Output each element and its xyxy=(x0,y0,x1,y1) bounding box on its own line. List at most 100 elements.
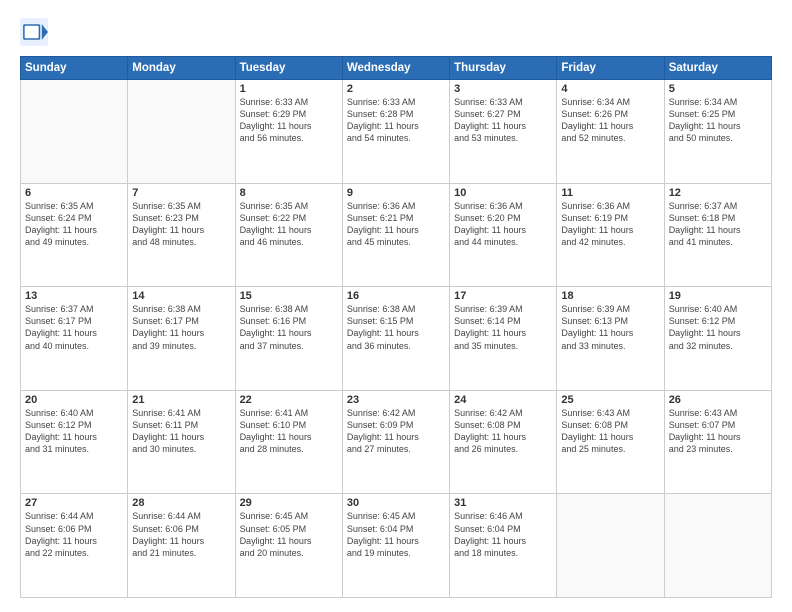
calendar-cell: 6Sunrise: 6:35 AM Sunset: 6:24 PM Daylig… xyxy=(21,183,128,287)
day-number: 18 xyxy=(561,290,659,302)
header-day-wednesday: Wednesday xyxy=(342,57,449,80)
day-number: 10 xyxy=(454,187,552,199)
day-info: Sunrise: 6:46 AM Sunset: 6:04 PM Dayligh… xyxy=(454,510,552,559)
day-number: 1 xyxy=(240,83,338,95)
day-info: Sunrise: 6:44 AM Sunset: 6:06 PM Dayligh… xyxy=(25,510,123,559)
day-number: 14 xyxy=(132,290,230,302)
calendar-cell: 29Sunrise: 6:45 AM Sunset: 6:05 PM Dayli… xyxy=(235,494,342,598)
calendar-cell: 31Sunrise: 6:46 AM Sunset: 6:04 PM Dayli… xyxy=(450,494,557,598)
day-number: 21 xyxy=(132,394,230,406)
day-number: 9 xyxy=(347,187,445,199)
day-number: 29 xyxy=(240,497,338,509)
day-info: Sunrise: 6:33 AM Sunset: 6:28 PM Dayligh… xyxy=(347,96,445,145)
day-number: 23 xyxy=(347,394,445,406)
day-number: 8 xyxy=(240,187,338,199)
day-number: 19 xyxy=(669,290,767,302)
day-number: 30 xyxy=(347,497,445,509)
day-info: Sunrise: 6:38 AM Sunset: 6:16 PM Dayligh… xyxy=(240,303,338,352)
page: SundayMondayTuesdayWednesdayThursdayFrid… xyxy=(0,0,792,612)
calendar-cell: 16Sunrise: 6:38 AM Sunset: 6:15 PM Dayli… xyxy=(342,287,449,391)
header-day-friday: Friday xyxy=(557,57,664,80)
day-info: Sunrise: 6:33 AM Sunset: 6:27 PM Dayligh… xyxy=(454,96,552,145)
calendar-cell: 5Sunrise: 6:34 AM Sunset: 6:25 PM Daylig… xyxy=(664,80,771,184)
day-number: 26 xyxy=(669,394,767,406)
day-info: Sunrise: 6:39 AM Sunset: 6:14 PM Dayligh… xyxy=(454,303,552,352)
calendar-cell: 3Sunrise: 6:33 AM Sunset: 6:27 PM Daylig… xyxy=(450,80,557,184)
calendar-cell: 7Sunrise: 6:35 AM Sunset: 6:23 PM Daylig… xyxy=(128,183,235,287)
header-day-sunday: Sunday xyxy=(21,57,128,80)
day-number: 4 xyxy=(561,83,659,95)
logo xyxy=(20,18,52,46)
day-number: 3 xyxy=(454,83,552,95)
calendar-cell: 30Sunrise: 6:45 AM Sunset: 6:04 PM Dayli… xyxy=(342,494,449,598)
day-number: 31 xyxy=(454,497,552,509)
logo-icon xyxy=(20,18,48,46)
calendar-cell: 21Sunrise: 6:41 AM Sunset: 6:11 PM Dayli… xyxy=(128,390,235,494)
day-number: 13 xyxy=(25,290,123,302)
calendar-cell: 26Sunrise: 6:43 AM Sunset: 6:07 PM Dayli… xyxy=(664,390,771,494)
header-day-thursday: Thursday xyxy=(450,57,557,80)
day-info: Sunrise: 6:35 AM Sunset: 6:24 PM Dayligh… xyxy=(25,200,123,249)
calendar-cell: 24Sunrise: 6:42 AM Sunset: 6:08 PM Dayli… xyxy=(450,390,557,494)
day-info: Sunrise: 6:44 AM Sunset: 6:06 PM Dayligh… xyxy=(132,510,230,559)
calendar-cell: 13Sunrise: 6:37 AM Sunset: 6:17 PM Dayli… xyxy=(21,287,128,391)
week-row-3: 13Sunrise: 6:37 AM Sunset: 6:17 PM Dayli… xyxy=(21,287,772,391)
day-info: Sunrise: 6:33 AM Sunset: 6:29 PM Dayligh… xyxy=(240,96,338,145)
day-number: 20 xyxy=(25,394,123,406)
week-row-5: 27Sunrise: 6:44 AM Sunset: 6:06 PM Dayli… xyxy=(21,494,772,598)
calendar-cell: 1Sunrise: 6:33 AM Sunset: 6:29 PM Daylig… xyxy=(235,80,342,184)
day-info: Sunrise: 6:45 AM Sunset: 6:05 PM Dayligh… xyxy=(240,510,338,559)
calendar-cell xyxy=(21,80,128,184)
day-info: Sunrise: 6:41 AM Sunset: 6:10 PM Dayligh… xyxy=(240,407,338,456)
calendar-cell: 27Sunrise: 6:44 AM Sunset: 6:06 PM Dayli… xyxy=(21,494,128,598)
calendar-cell: 18Sunrise: 6:39 AM Sunset: 6:13 PM Dayli… xyxy=(557,287,664,391)
day-info: Sunrise: 6:34 AM Sunset: 6:25 PM Dayligh… xyxy=(669,96,767,145)
day-info: Sunrise: 6:36 AM Sunset: 6:20 PM Dayligh… xyxy=(454,200,552,249)
day-info: Sunrise: 6:35 AM Sunset: 6:23 PM Dayligh… xyxy=(132,200,230,249)
calendar-cell: 20Sunrise: 6:40 AM Sunset: 6:12 PM Dayli… xyxy=(21,390,128,494)
calendar-cell: 17Sunrise: 6:39 AM Sunset: 6:14 PM Dayli… xyxy=(450,287,557,391)
header xyxy=(20,18,772,46)
calendar-cell: 15Sunrise: 6:38 AM Sunset: 6:16 PM Dayli… xyxy=(235,287,342,391)
day-info: Sunrise: 6:43 AM Sunset: 6:08 PM Dayligh… xyxy=(561,407,659,456)
header-day-tuesday: Tuesday xyxy=(235,57,342,80)
calendar-cell: 11Sunrise: 6:36 AM Sunset: 6:19 PM Dayli… xyxy=(557,183,664,287)
week-row-2: 6Sunrise: 6:35 AM Sunset: 6:24 PM Daylig… xyxy=(21,183,772,287)
day-info: Sunrise: 6:36 AM Sunset: 6:19 PM Dayligh… xyxy=(561,200,659,249)
calendar-table: SundayMondayTuesdayWednesdayThursdayFrid… xyxy=(20,56,772,598)
calendar-cell: 12Sunrise: 6:37 AM Sunset: 6:18 PM Dayli… xyxy=(664,183,771,287)
day-number: 2 xyxy=(347,83,445,95)
calendar-cell: 22Sunrise: 6:41 AM Sunset: 6:10 PM Dayli… xyxy=(235,390,342,494)
calendar-cell: 9Sunrise: 6:36 AM Sunset: 6:21 PM Daylig… xyxy=(342,183,449,287)
day-number: 7 xyxy=(132,187,230,199)
day-number: 5 xyxy=(669,83,767,95)
day-info: Sunrise: 6:42 AM Sunset: 6:09 PM Dayligh… xyxy=(347,407,445,456)
calendar-cell xyxy=(557,494,664,598)
calendar-cell: 25Sunrise: 6:43 AM Sunset: 6:08 PM Dayli… xyxy=(557,390,664,494)
calendar-cell: 8Sunrise: 6:35 AM Sunset: 6:22 PM Daylig… xyxy=(235,183,342,287)
calendar-cell: 14Sunrise: 6:38 AM Sunset: 6:17 PM Dayli… xyxy=(128,287,235,391)
day-info: Sunrise: 6:45 AM Sunset: 6:04 PM Dayligh… xyxy=(347,510,445,559)
day-number: 24 xyxy=(454,394,552,406)
header-day-monday: Monday xyxy=(128,57,235,80)
day-number: 16 xyxy=(347,290,445,302)
day-info: Sunrise: 6:38 AM Sunset: 6:15 PM Dayligh… xyxy=(347,303,445,352)
day-number: 17 xyxy=(454,290,552,302)
day-info: Sunrise: 6:38 AM Sunset: 6:17 PM Dayligh… xyxy=(132,303,230,352)
calendar-cell xyxy=(128,80,235,184)
day-number: 11 xyxy=(561,187,659,199)
calendar-cell: 10Sunrise: 6:36 AM Sunset: 6:20 PM Dayli… xyxy=(450,183,557,287)
calendar-cell xyxy=(664,494,771,598)
calendar-cell: 2Sunrise: 6:33 AM Sunset: 6:28 PM Daylig… xyxy=(342,80,449,184)
day-number: 27 xyxy=(25,497,123,509)
day-number: 15 xyxy=(240,290,338,302)
day-info: Sunrise: 6:42 AM Sunset: 6:08 PM Dayligh… xyxy=(454,407,552,456)
day-info: Sunrise: 6:40 AM Sunset: 6:12 PM Dayligh… xyxy=(669,303,767,352)
day-number: 25 xyxy=(561,394,659,406)
day-info: Sunrise: 6:35 AM Sunset: 6:22 PM Dayligh… xyxy=(240,200,338,249)
calendar-cell: 28Sunrise: 6:44 AM Sunset: 6:06 PM Dayli… xyxy=(128,494,235,598)
day-info: Sunrise: 6:36 AM Sunset: 6:21 PM Dayligh… xyxy=(347,200,445,249)
day-info: Sunrise: 6:39 AM Sunset: 6:13 PM Dayligh… xyxy=(561,303,659,352)
day-number: 6 xyxy=(25,187,123,199)
day-info: Sunrise: 6:37 AM Sunset: 6:18 PM Dayligh… xyxy=(669,200,767,249)
